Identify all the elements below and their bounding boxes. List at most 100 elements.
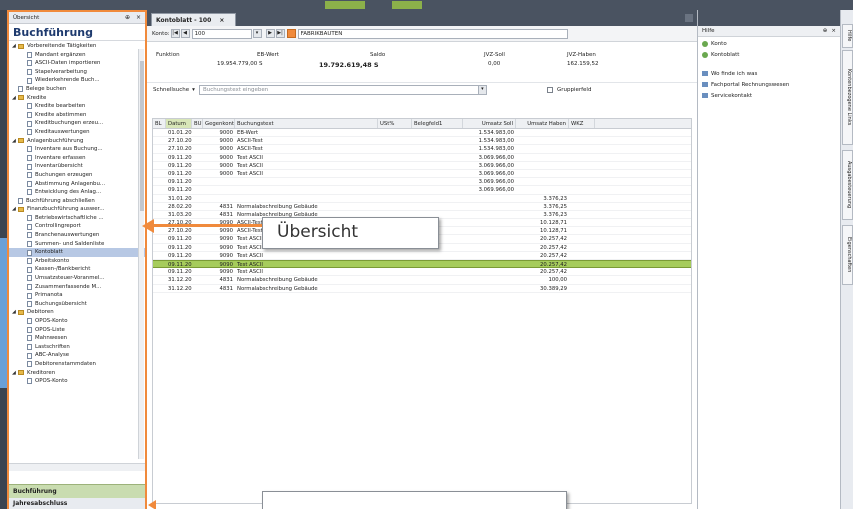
column-header[interactable]: Umsatz Soll <box>463 119 516 128</box>
column-header[interactable]: Belegfeld1 <box>412 119 463 128</box>
tree-item[interactable]: Lastschriften <box>9 343 145 352</box>
tree-item[interactable]: Abstimmung Anlagenbu... <box>9 180 145 189</box>
scroll-thumb[interactable] <box>140 61 144 211</box>
konto-dropdown-button[interactable]: ▾ <box>252 29 262 38</box>
tree-item[interactable]: Belege buchen <box>9 85 145 94</box>
tab-kontoblatt[interactable]: Kontoblatt - 100 × <box>151 13 236 26</box>
tree-item[interactable]: ◢ Kreditoren <box>9 369 145 378</box>
tree-item[interactable]: Kreditbuchungen erzeu... <box>9 119 145 128</box>
tree-item[interactable]: Kassen-/Bankbericht <box>9 265 145 274</box>
table-row[interactable]: 09.11.2010 9000 Test ASCII 3.069.966,00 <box>153 154 691 162</box>
tree-item[interactable]: Buchungen erzeugen <box>9 171 145 180</box>
last-record-button[interactable]: ▶| <box>275 29 285 38</box>
pin-icon[interactable]: ⊕ <box>823 28 828 34</box>
table-row[interactable]: 09.11.2010 9000 Test ASCII 3.069.966,00 <box>153 162 691 170</box>
nav-buchfuehrung[interactable]: Buchführung <box>9 484 145 498</box>
help-link[interactable]: Kontoblatt <box>698 50 840 59</box>
tree-item[interactable]: Zusammenfassende M... <box>9 283 145 292</box>
sidebar-scrollbar[interactable] <box>138 49 144 459</box>
tree-item[interactable]: Summen- und Saldenliste <box>9 240 145 249</box>
search-filter-icon[interactable]: ▾ <box>192 87 195 93</box>
tree-item[interactable]: ABC-Analyse <box>9 351 145 360</box>
tree-item[interactable]: OPOS-Konto <box>9 317 145 326</box>
column-header[interactable]: Umsatz Haben <box>516 119 569 128</box>
tree-item[interactable]: Mandant ergänzen <box>9 51 145 60</box>
tree-item[interactable]: Betriebswirtschaftliche ... <box>9 214 145 223</box>
top-button-a[interactable] <box>325 1 365 9</box>
cell-empty <box>153 170 166 177</box>
table-row[interactable]: 31.12.2010 4831 Normalabschreibung Gebäude… <box>153 276 691 285</box>
grouped-checkbox[interactable] <box>546 86 553 93</box>
table-row[interactable]: 28.02.2010 4831 Normalabschreibung Gebäude… <box>153 203 691 211</box>
help-link[interactable]: Wo finde ich was <box>698 69 840 78</box>
nav-jahresabschluss[interactable]: Jahresabschluss <box>9 498 145 509</box>
side-tab[interactable]: Ausgabesteuerung <box>842 150 853 220</box>
tree-item[interactable]: Buchungsübersicht <box>9 300 145 309</box>
sidebar-hscrollbar[interactable] <box>9 463 145 471</box>
tree-item[interactable]: Entwicklung des Anlag... <box>9 188 145 197</box>
tree-item[interactable]: ◢ Kredite <box>9 94 145 103</box>
next-record-button[interactable]: ▶ <box>265 29 275 38</box>
help-link[interactable]: Servicekontakt <box>698 91 840 100</box>
table-row[interactable]: 27.10.2010 9000 ASCII-Test 1.534.983,00 <box>153 137 691 146</box>
column-header[interactable]: USt% <box>378 119 412 128</box>
column-header[interactable]: BU <box>192 119 203 128</box>
tree-item[interactable]: Controllingreport <box>9 222 145 231</box>
column-header[interactable]: BL <box>153 119 166 128</box>
side-tab[interactable]: Hilfe <box>842 24 853 48</box>
table-row[interactable]: 09.11.2010 3.069.966,00 <box>153 186 691 195</box>
side-tab[interactable]: Kontenbezogene Links <box>842 50 853 145</box>
tree-item[interactable]: Umsatzsteuer-Voranmel... <box>9 274 145 283</box>
tree-item[interactable]: Primanota <box>9 291 145 300</box>
column-header[interactable]: Buchungstext <box>235 119 378 128</box>
tree-item[interactable]: ◢ Debitoren <box>9 308 145 317</box>
tree-item[interactable]: Inventare aus Buchung... <box>9 145 145 154</box>
tab-close-icon[interactable]: × <box>219 17 224 24</box>
table-row[interactable]: 09.11.2010 3.069.966,00 <box>153 178 691 187</box>
top-button-b[interactable] <box>392 1 422 9</box>
side-tab[interactable]: Eigenschaften <box>842 225 853 285</box>
tree-item[interactable]: OPOS-Liste <box>9 326 145 335</box>
tree-item[interactable]: Inventarübersicht <box>9 162 145 171</box>
help-link[interactable]: Konto <box>698 39 840 48</box>
table-row[interactable]: 01.01.2010 9000 EB-Wert 1.534.983,00 <box>153 129 691 138</box>
close-icon[interactable]: × <box>831 28 836 34</box>
tree-item[interactable]: Branchenauswertungen <box>9 231 145 240</box>
close-icon[interactable]: × <box>136 14 141 21</box>
column-header[interactable]: Datum <box>166 119 192 128</box>
column-header[interactable]: Gegenkonto <box>203 119 235 128</box>
konto-input[interactable]: 100 <box>191 28 252 39</box>
tree-item[interactable]: Kreditauswertungen <box>9 128 145 137</box>
tree-item[interactable]: Buchführung abschließen <box>9 197 145 206</box>
table-row[interactable]: 27.10.2010 9000 ASCII-Test 1.534.983,00 <box>153 145 691 154</box>
tree-item[interactable]: Kredite bearbeiten <box>9 102 145 111</box>
tree-item[interactable]: Arbeitskonto <box>9 257 145 266</box>
table-row[interactable]: 31.12.2010 4831 Normalabschreibung Gebäude… <box>153 285 691 293</box>
tree-item[interactable]: Debitorenstammdaten <box>9 360 145 369</box>
tree-item[interactable]: ASCII-Daten importieren <box>9 59 145 68</box>
tree-item[interactable]: Stapelverarbeitung <box>9 68 145 77</box>
tree-item[interactable]: Inventare erfassen <box>9 154 145 163</box>
tree-item[interactable]: ◢ Vorbereitende Tätigkeiten <box>9 42 145 51</box>
table-row[interactable]: 09.11.2010 9090 Test ASCII 20.257,42 <box>153 252 691 260</box>
tree-item[interactable]: Mahnwesen <box>9 334 145 343</box>
column-header[interactable]: WKZ <box>569 119 595 128</box>
pin-icon[interactable]: ⊕ <box>125 14 130 21</box>
table-row[interactable]: 09.11.2010 9090 Test ASCII 20.257,42 <box>153 268 691 277</box>
tree-item[interactable]: ◢ Finanzbuchführung auswer... <box>9 205 145 214</box>
overview-sidebar: Übersicht ⊕ × Buchführung ◢ Vorbereitende… <box>7 10 147 509</box>
tree-item[interactable]: ◢ Anlagenbuchführung <box>9 137 145 146</box>
help-link[interactable]: Fachportal Rechnungswesen <box>698 80 840 89</box>
tree-item[interactable]: Kontoblatt <box>9 248 145 257</box>
first-record-button[interactable]: |◀ <box>170 29 180 38</box>
search-dropdown-button[interactable]: ▾ <box>477 84 487 95</box>
table-row[interactable]: 09.11.2010 9090 Test ASCII 20.257,42 <box>153 260 691 269</box>
tree-item[interactable]: OPOS-Konto <box>9 377 145 386</box>
tree-item[interactable]: Kredite abstimmen <box>9 111 145 120</box>
tab-menu-button[interactable] <box>685 14 693 22</box>
table-row[interactable]: 09.11.2010 9000 Test ASCII 3.069.966,00 <box>153 170 691 179</box>
tree-item[interactable]: Wiederkehrende Buch... <box>9 76 145 85</box>
prev-record-button[interactable]: ◀ <box>180 29 190 38</box>
table-row[interactable]: 31.01.2010 3.376,23 <box>153 195 691 203</box>
search-input[interactable]: Buchungstext eingeben <box>198 84 479 95</box>
